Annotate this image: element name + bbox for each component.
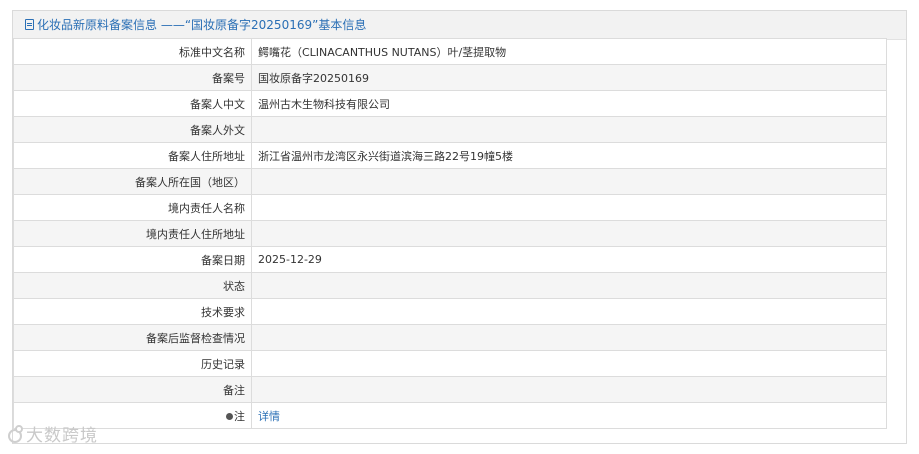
note-label: 注 [234, 409, 245, 423]
row-label: 备案人所在国（地区） [13, 168, 252, 195]
note-value-cell: 详情 [251, 402, 887, 429]
row-label: 备注 [13, 376, 252, 403]
row-value: 温州古木生物科技有限公司 [251, 90, 887, 117]
row-value [251, 350, 887, 377]
row-value [251, 116, 887, 143]
panel-header: 化妆品新原料备案信息 ——“国妆原备字20250169”基本信息 [13, 11, 906, 40]
row-label: 备案日期 [13, 246, 252, 273]
row-label: 状态 [13, 272, 252, 299]
row-label: 技术要求 [13, 298, 252, 325]
row-value [251, 194, 887, 221]
row-value: 2025-12-29 [251, 246, 887, 273]
row-label: 境内责任人住所地址 [13, 220, 252, 247]
row-label: 备案人中文 [13, 90, 252, 117]
row-value [251, 298, 887, 325]
table-row: 备案号 国妆原备字20250169 [13, 64, 887, 91]
table-row: 境内责任人住所地址 [13, 220, 887, 247]
table-row: 备案日期 2025-12-29 [13, 246, 887, 273]
details-link[interactable]: 详情 [258, 410, 280, 423]
row-label: 境内责任人名称 [13, 194, 252, 221]
watermark: 大数跨境 [8, 424, 98, 448]
row-value [251, 324, 887, 351]
info-table: 标准中文名称 鳄嘴花（CLINACANTHUS NUTANS）叶/茎提取物 备案… [13, 38, 887, 429]
row-label: 备案人外文 [13, 116, 252, 143]
table-row: 备案后监督检查情况 [13, 324, 887, 351]
table-row: 备案人住所地址 浙江省温州市龙湾区永兴街道滨海三路22号19幢5楼 [13, 142, 887, 169]
row-label: 备案人住所地址 [13, 142, 252, 169]
table-row-note: 注 详情 [13, 402, 887, 429]
table-row: 历史记录 [13, 350, 887, 377]
table-row: 状态 [13, 272, 887, 299]
row-label: 标准中文名称 [13, 38, 252, 65]
row-value: 鳄嘴花（CLINACANTHUS NUTANS）叶/茎提取物 [251, 38, 887, 65]
table-row: 境内责任人名称 [13, 194, 887, 221]
row-value: 国妆原备字20250169 [251, 64, 887, 91]
table-row: 备案人中文 温州古木生物科技有限公司 [13, 90, 887, 117]
row-value: 浙江省温州市龙湾区永兴街道滨海三路22号19幢5楼 [251, 142, 887, 169]
row-value [251, 220, 887, 247]
watermark-text: 大数跨境 [26, 426, 98, 446]
table-row: 技术要求 [13, 298, 887, 325]
row-label: 备案号 [13, 64, 252, 91]
row-label: 备案后监督检查情况 [13, 324, 252, 351]
watermark-logo-icon [8, 425, 23, 443]
panel-title: 化妆品新原料备案信息 ——“国妆原备字20250169”基本信息 [37, 18, 367, 32]
row-value [251, 272, 887, 299]
row-value [251, 168, 887, 195]
table-row: 标准中文名称 鳄嘴花（CLINACANTHUS NUTANS）叶/茎提取物 [13, 38, 887, 65]
row-value [251, 376, 887, 403]
row-label: 历史记录 [13, 350, 252, 377]
table-row: 备案人所在国（地区） [13, 168, 887, 195]
document-icon [25, 19, 34, 30]
table-row: 备案人外文 [13, 116, 887, 143]
dot-icon [226, 412, 233, 420]
table-row: 备注 [13, 376, 887, 403]
